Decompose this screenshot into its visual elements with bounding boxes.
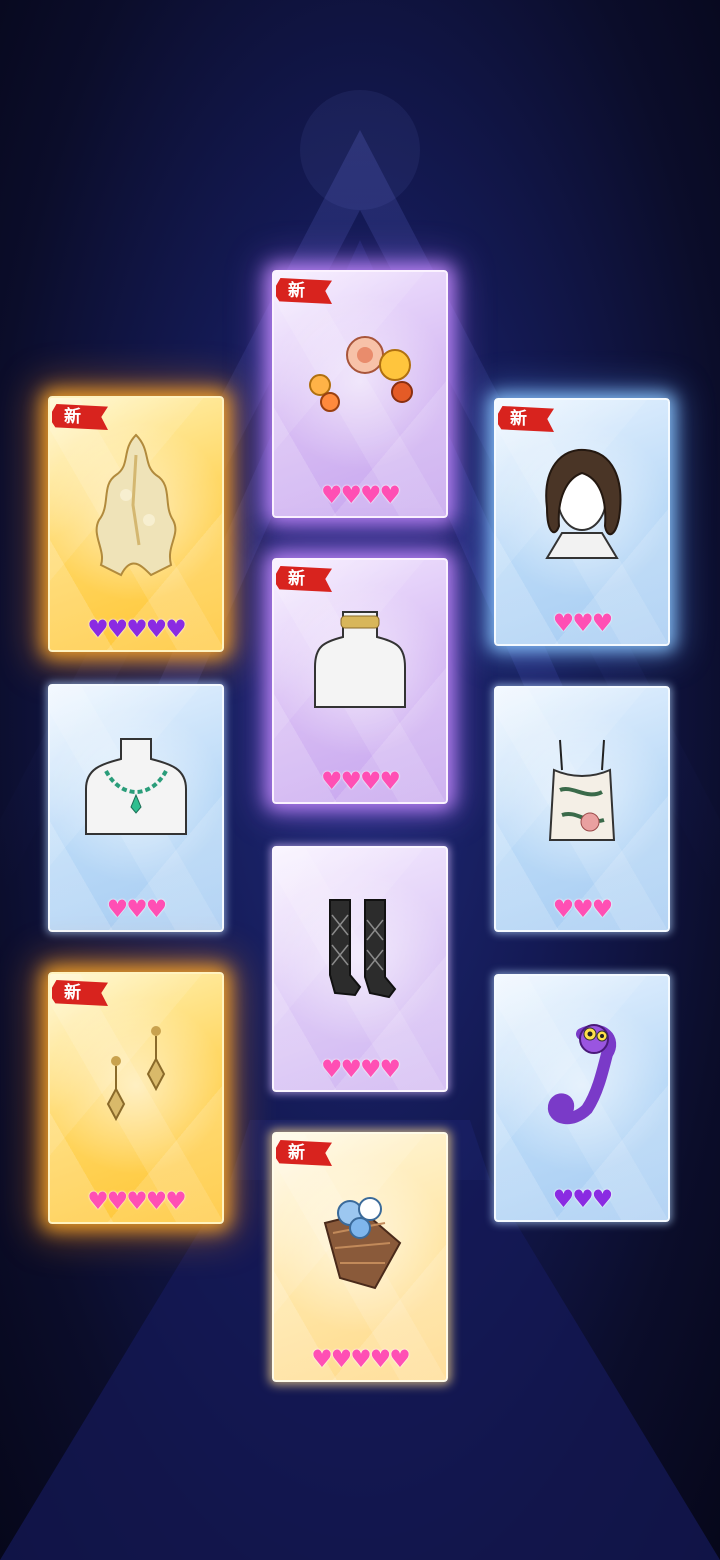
heart-icon: ♥: [165, 1187, 186, 1215]
heart-icon: ♥: [126, 1187, 147, 1215]
rarity-hearts: ♥♥♥♥: [274, 482, 446, 508]
heart-icon: ♥: [360, 481, 381, 509]
emerald-necklace-icon: [50, 686, 222, 892]
heart-icon: ♥: [340, 767, 361, 795]
heart-icon: ♥: [350, 1345, 371, 1373]
heart-icon: ♥: [106, 615, 128, 643]
heart-icon: ♥: [360, 1055, 381, 1083]
purple-chameleon-icon: [496, 976, 668, 1182]
heart-icon: ♥: [106, 895, 128, 923]
short-brown-hair-icon: [496, 400, 668, 606]
reward-card-9[interactable]: ♥♥♥: [494, 974, 670, 1222]
new-badge: 新: [498, 406, 554, 432]
reward-card-6[interactable]: ♥♥♥: [494, 686, 670, 932]
heart-icon: ♥: [87, 1187, 108, 1215]
heart-icon: ♥: [379, 767, 401, 795]
reward-card-7[interactable]: 新 ♥♥♥♥♥: [48, 972, 224, 1224]
heart-icon: ♥: [340, 481, 361, 509]
reward-card-3[interactable]: 新 ♥♥♥: [494, 398, 670, 646]
heart-icon: ♥: [552, 1185, 574, 1213]
heart-icon: ♥: [320, 481, 342, 509]
reward-card-8[interactable]: ♥♥♥♥: [272, 846, 448, 1092]
heart-icon: ♥: [320, 1055, 342, 1083]
heart-icon: ♥: [320, 767, 342, 795]
heart-icon: ♥: [572, 609, 593, 637]
heart-icon: ♥: [591, 1185, 613, 1213]
heart-icon: ♥: [330, 1345, 352, 1373]
new-badge: 新: [276, 1140, 332, 1166]
heart-icon: ♥: [106, 1187, 128, 1215]
rarity-hearts: ♥♥♥: [496, 610, 668, 636]
heart-icon: ♥: [145, 1187, 167, 1215]
heart-icon: ♥: [379, 481, 401, 509]
heart-icon: ♥: [311, 1345, 332, 1373]
rarity-hearts: ♥♥♥: [496, 896, 668, 922]
flower-basket-bag-icon: [274, 1134, 446, 1342]
heart-icon: ♥: [572, 895, 593, 923]
rarity-hearts: ♥♥♥♥♥: [50, 616, 222, 642]
heart-icon: ♥: [552, 609, 574, 637]
heart-icon: ♥: [145, 615, 167, 643]
heart-icon: ♥: [145, 895, 167, 923]
heart-icon: ♥: [126, 615, 147, 643]
new-badge: 新: [52, 980, 108, 1006]
heart-icon: ♥: [591, 895, 613, 923]
floral-camisole-icon: [496, 688, 668, 892]
heart-icon: ♥: [165, 615, 186, 643]
heart-icon: ♥: [379, 1055, 401, 1083]
argyle-socks-icon: [274, 848, 446, 1052]
rarity-hearts: ♥♥♥♥: [274, 768, 446, 794]
gold-lace-ornament-icon: [50, 398, 222, 612]
gold-earrings-icon: [50, 974, 222, 1184]
rarity-hearts: ♥♥♥: [496, 1186, 668, 1212]
heart-icon: ♥: [369, 1345, 391, 1373]
new-badge: 新: [276, 566, 332, 592]
heart-icon: ♥: [572, 1185, 593, 1213]
heart-icon: ♥: [591, 609, 613, 637]
heart-icon: ♥: [340, 1055, 361, 1083]
rarity-hearts: ♥♥♥♥♥: [50, 1188, 222, 1214]
heart-icon: ♥: [87, 615, 108, 643]
reward-card-2[interactable]: 新 ♥♥♥♥: [272, 270, 448, 518]
heart-icon: ♥: [360, 767, 381, 795]
gold-choker-icon: [274, 560, 446, 764]
reward-card-1[interactable]: 新 ♥♥♥♥♥: [48, 396, 224, 652]
new-badge: 新: [52, 404, 108, 430]
heart-icon: ♥: [126, 895, 147, 923]
flower-hairpins-icon: [274, 272, 446, 478]
heart-icon: ♥: [552, 895, 574, 923]
heart-icon: ♥: [389, 1345, 410, 1373]
new-badge: 新: [276, 278, 332, 304]
reward-card-5[interactable]: 新 ♥♥♥♥: [272, 558, 448, 804]
rarity-hearts: ♥♥♥♥♥: [274, 1346, 446, 1372]
rarity-hearts: ♥♥♥♥: [274, 1056, 446, 1082]
reward-card-10[interactable]: 新 ♥♥♥♥♥: [272, 1132, 448, 1382]
rarity-hearts: ♥♥♥: [50, 896, 222, 922]
reward-card-4[interactable]: ♥♥♥: [48, 684, 224, 932]
